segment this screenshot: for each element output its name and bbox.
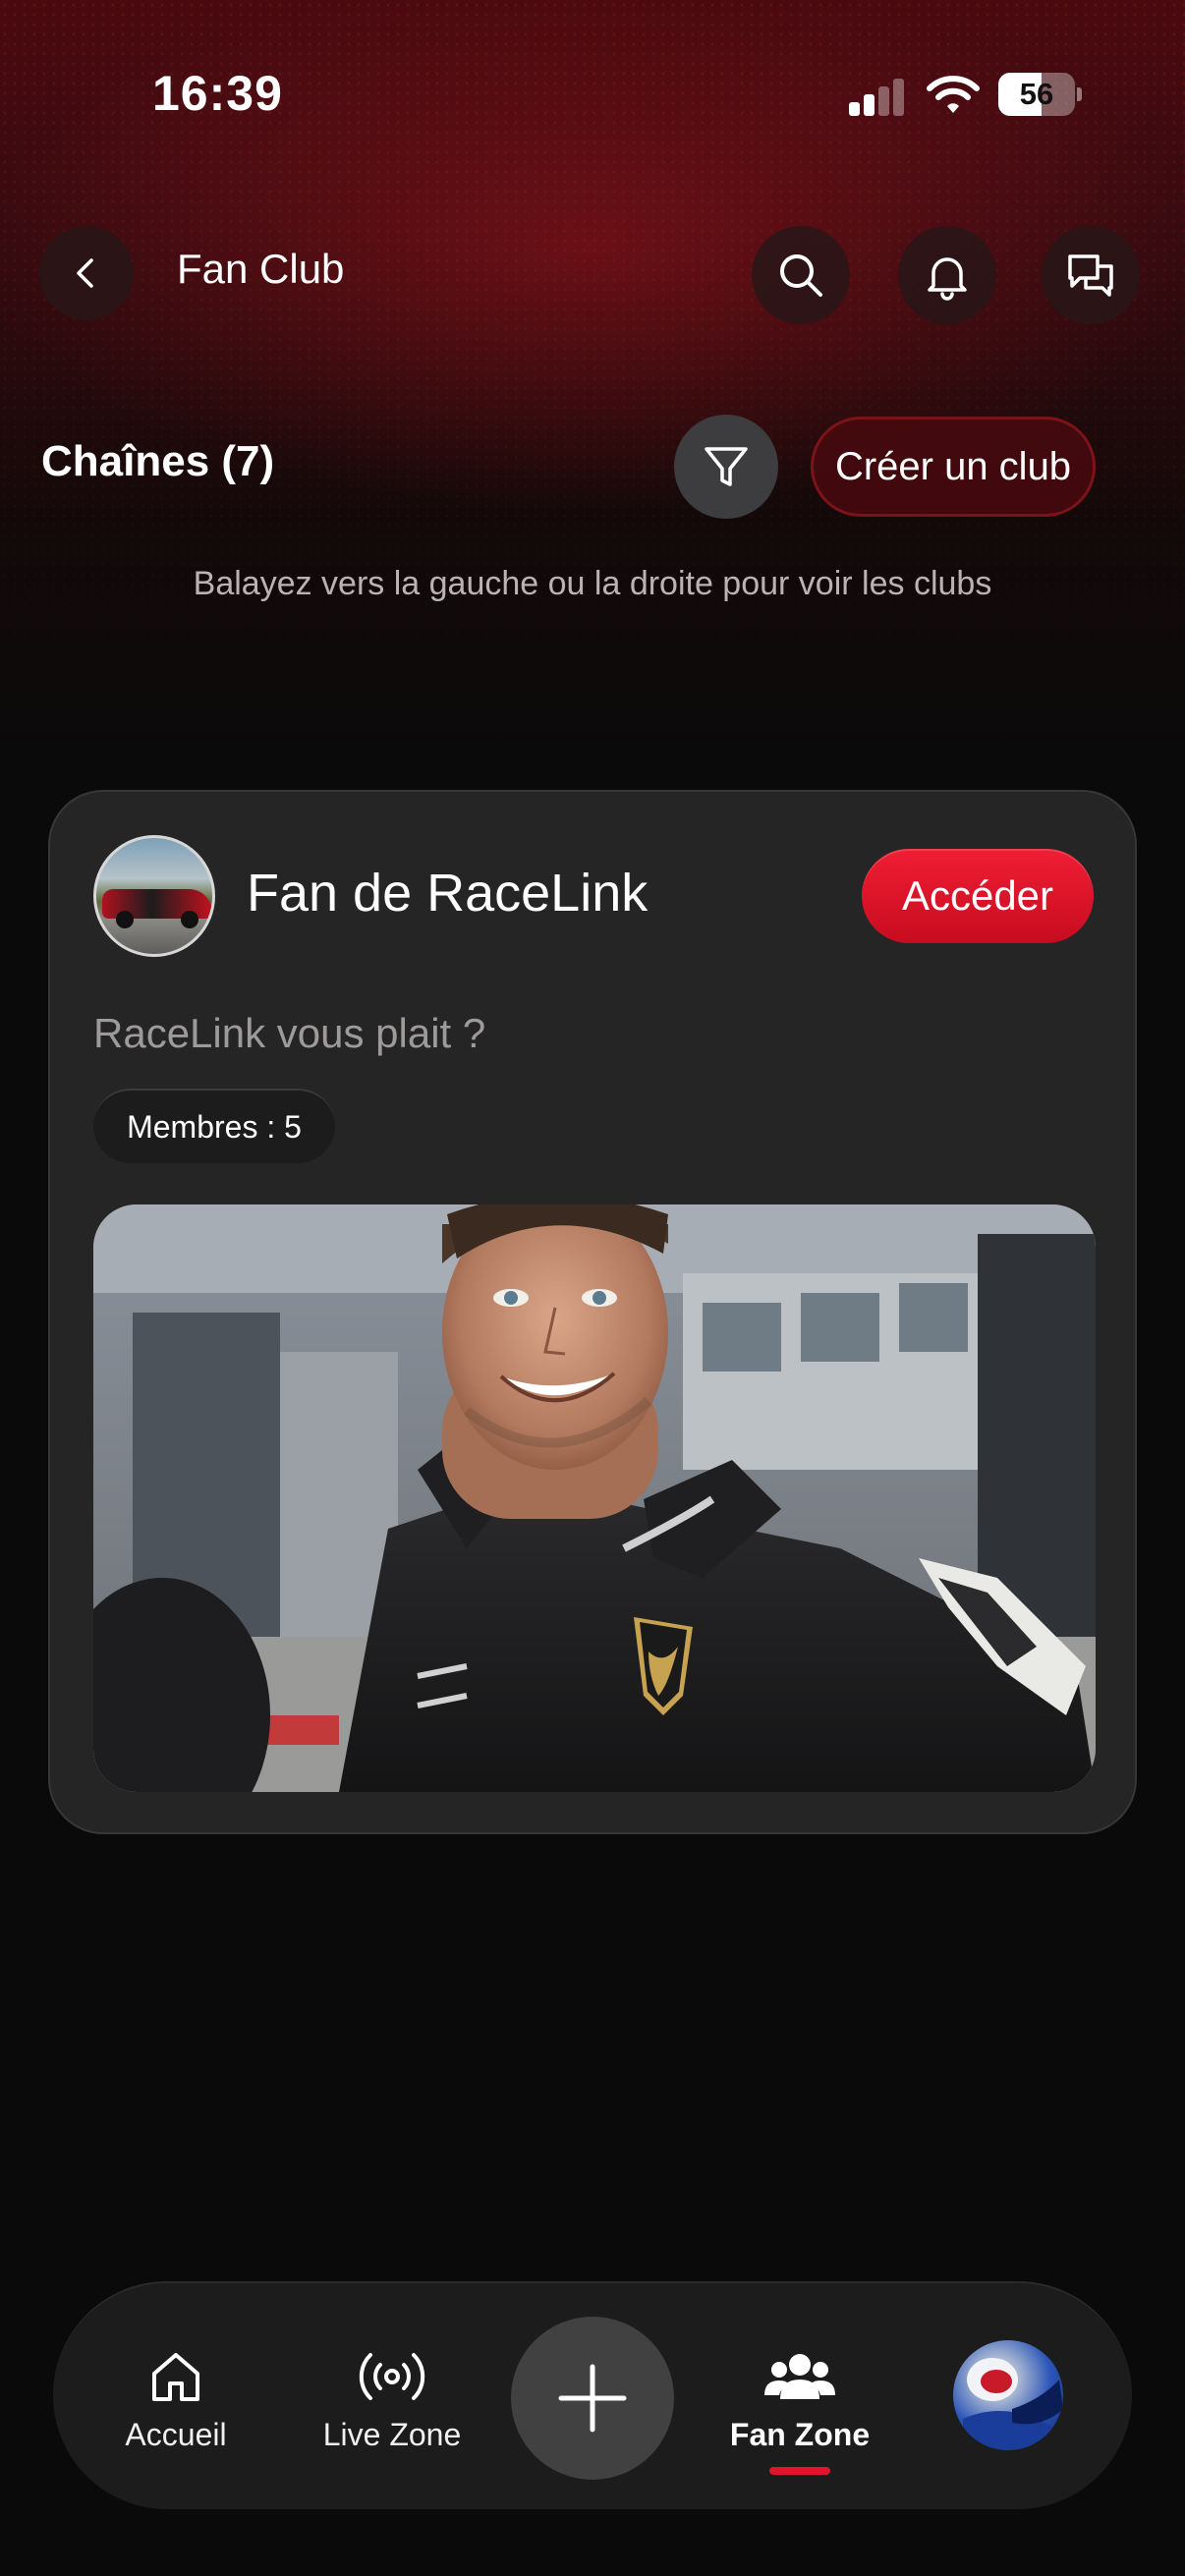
members-count-badge: Membres : 5 — [93, 1089, 335, 1163]
cellular-signal-icon — [849, 77, 908, 116]
club-avatar — [93, 835, 215, 957]
nav-item-accueil[interactable]: Accueil — [83, 2283, 269, 2511]
search-icon — [780, 254, 822, 297]
wifi-icon — [926, 73, 981, 116]
chevron-left-icon — [77, 258, 93, 288]
nav-label-fan-zone: Fan Zone — [729, 2417, 871, 2452]
broadcast-icon — [359, 2353, 425, 2400]
bottom-navigation: Accueil Live Zone Fan Zone — [53, 2281, 1132, 2509]
nav-item-fan-zone[interactable]: Fan Zone — [702, 2283, 898, 2511]
battery-indicator: 56 — [998, 73, 1082, 116]
nav-item-live-zone[interactable]: Live Zone — [289, 2283, 495, 2511]
notifications-button[interactable] — [898, 226, 996, 324]
status-bar: 16:39 56 — [0, 0, 1185, 187]
search-button[interactable] — [752, 226, 850, 324]
profile-avatar[interactable] — [953, 2340, 1063, 2450]
plus-icon — [558, 2364, 627, 2433]
swipe-hint: Balayez vers la gauche ou la droite pour… — [193, 565, 992, 602]
users-icon — [764, 2354, 835, 2399]
nav-label-live-zone: Live Zone — [322, 2417, 462, 2452]
club-name: Fan de RaceLink — [247, 864, 649, 923]
create-post-button[interactable] — [511, 2317, 674, 2480]
club-card[interactable]: Fan de RaceLink Accéder RaceLink vous pl… — [48, 790, 1137, 1834]
club-description: RaceLink vous plait ? — [93, 1010, 486, 1056]
channels-heading: Chaînes (7) — [41, 437, 275, 485]
filter-button[interactable] — [674, 415, 778, 519]
home-icon — [152, 2353, 199, 2401]
status-time: 16:39 — [152, 66, 283, 121]
chat-icon — [1068, 254, 1113, 297]
bell-icon — [928, 257, 967, 301]
filter-icon — [705, 447, 748, 486]
active-tab-indicator — [769, 2467, 830, 2475]
page-title: Fan Club — [177, 246, 345, 292]
club-cover-photo — [93, 1204, 1096, 1792]
back-button[interactable] — [39, 226, 134, 320]
messages-button[interactable] — [1042, 226, 1140, 324]
create-club-button[interactable]: Créer un club — [811, 417, 1096, 517]
nav-label-accueil: Accueil — [125, 2417, 227, 2452]
battery-percent: 56 — [1019, 77, 1054, 111]
access-club-button[interactable]: Accéder — [862, 849, 1094, 943]
